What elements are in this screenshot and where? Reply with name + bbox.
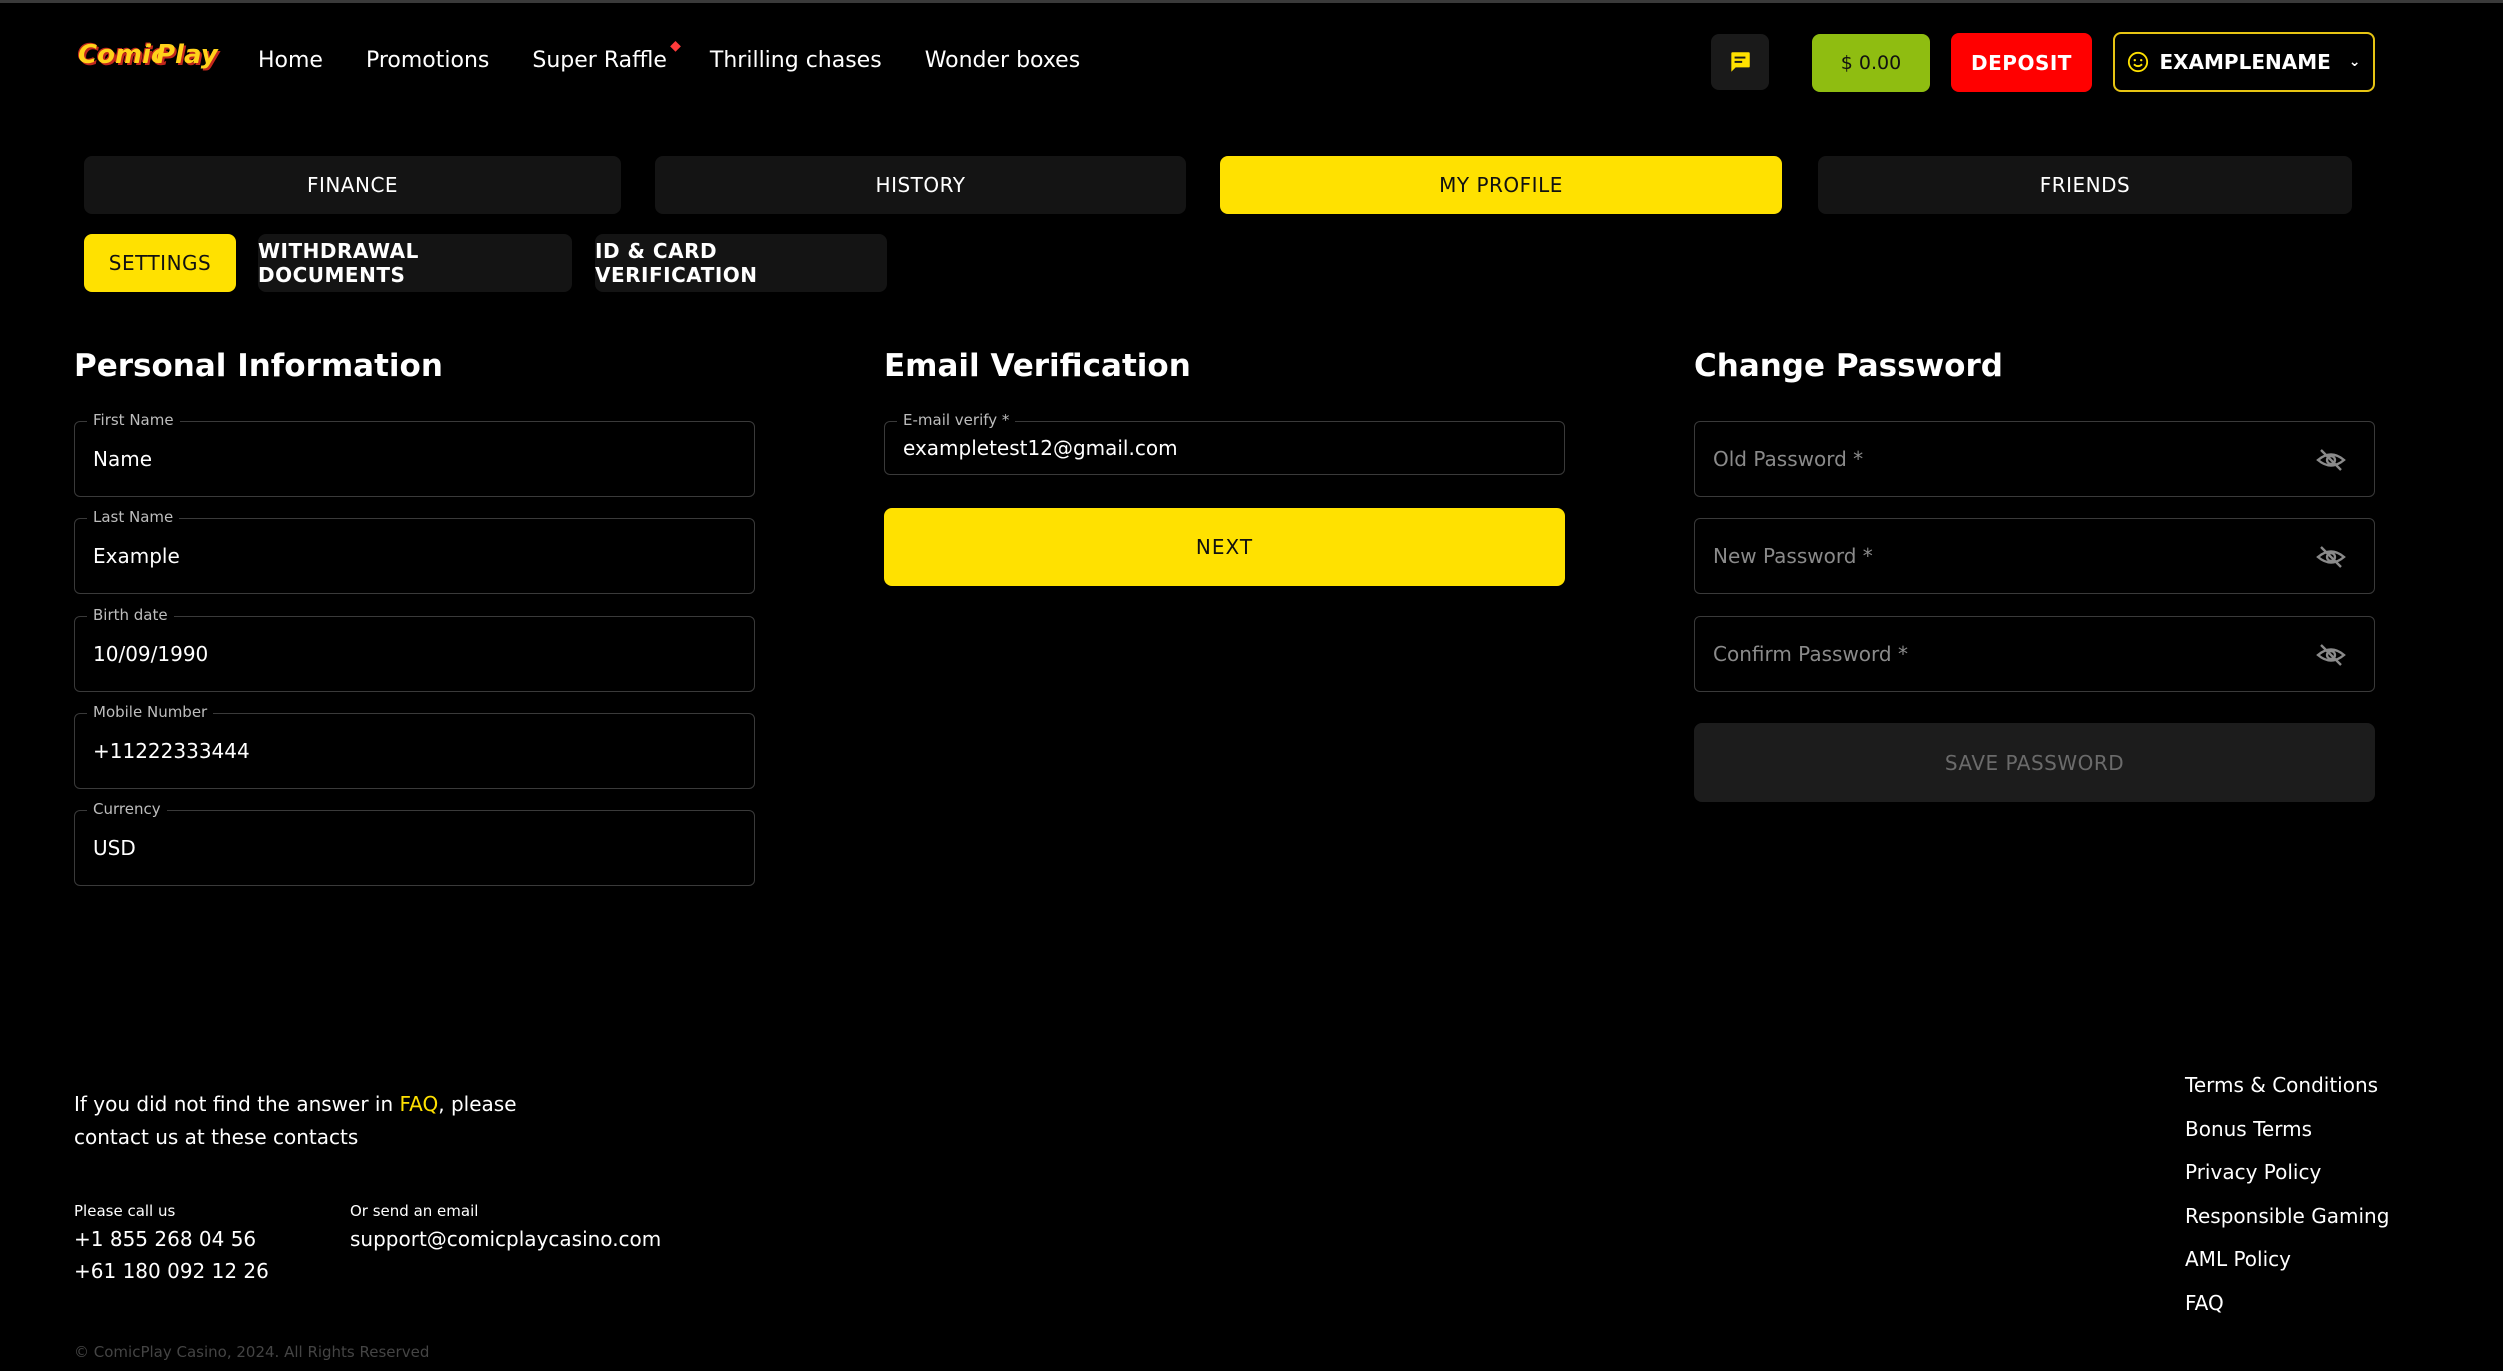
header: Comic Play Home Promotions Super Raffle ◆… xyxy=(0,0,2503,125)
logo-word-play: Play xyxy=(156,40,218,70)
deposit-button[interactable]: DEPOSIT xyxy=(1951,33,2092,92)
footer-link-responsible-gaming[interactable]: Responsible Gaming xyxy=(2185,1201,2389,1245)
new-password-placeholder: New Password * xyxy=(1713,544,1873,568)
smile-icon xyxy=(2128,51,2149,73)
tab-friends[interactable]: FRIENDS xyxy=(1818,156,2352,214)
help-text-prefix: If you did not find the answer in xyxy=(74,1092,400,1116)
last-name-value: Example xyxy=(93,544,180,568)
currency-value: USD xyxy=(93,836,136,860)
chat-button[interactable] xyxy=(1711,34,1769,90)
first-name-value: Name xyxy=(93,447,153,471)
tab-history[interactable]: HISTORY xyxy=(655,156,1186,214)
confirm-password-field[interactable]: Confirm Password * xyxy=(1694,616,2375,692)
eye-off-icon[interactable] xyxy=(2316,545,2346,569)
change-password-title: Change Password xyxy=(1694,348,2003,384)
next-button[interactable]: NEXT xyxy=(884,508,1565,586)
save-password-button[interactable]: SAVE PASSWORD xyxy=(1694,723,2375,802)
email-verify-field[interactable]: E-mail verify * exampletest12@gmail.com xyxy=(884,411,1565,475)
phone-1[interactable]: +1 855 268 04 56 xyxy=(74,1227,256,1251)
main-nav: Home Promotions Super Raffle ◆ Thrilling … xyxy=(258,38,1123,73)
subtab-withdrawal-documents[interactable]: WITHDRAWAL DOCUMENTS xyxy=(258,234,572,292)
help-text: If you did not find the answer in FAQ, p… xyxy=(74,1088,534,1154)
tab-finance[interactable]: FINANCE xyxy=(84,156,621,214)
mobile-number-value: +11222333444 xyxy=(93,739,250,763)
birth-date-field[interactable]: Birth date 10/09/1990 xyxy=(74,606,755,692)
call-label: Please call us xyxy=(74,1202,176,1220)
old-password-field[interactable]: Old Password * xyxy=(1694,421,2375,497)
confirm-password-placeholder: Confirm Password * xyxy=(1713,642,1908,666)
nav-wonder-boxes[interactable]: Wonder boxes xyxy=(925,48,1081,73)
email-verification-title: Email Verification xyxy=(884,348,1191,384)
footer-links: Terms & Conditions Bonus Terms Privacy P… xyxy=(2185,1070,2389,1331)
nav-promotions[interactable]: Promotions xyxy=(366,48,489,73)
copyright: © ComicPlay Casino, 2024. All Rights Res… xyxy=(74,1343,430,1361)
username: EXAMPLENAME xyxy=(2159,50,2331,74)
chat-icon xyxy=(1731,52,1750,72)
balance-button[interactable]: $ 0.00 xyxy=(1812,34,1930,92)
subtab-settings[interactable]: SETTINGS xyxy=(84,234,236,292)
birth-date-value: 10/09/1990 xyxy=(93,642,209,666)
chevron-down-icon: ⌄ xyxy=(2348,54,2361,70)
eye-off-icon[interactable] xyxy=(2316,643,2346,667)
footer-link-aml-policy[interactable]: AML Policy xyxy=(2185,1244,2389,1288)
new-password-field[interactable]: New Password * xyxy=(1694,518,2375,594)
personal-information-title: Personal Information xyxy=(74,348,443,384)
footer-link-bonus-terms[interactable]: Bonus Terms xyxy=(2185,1114,2389,1158)
footer-link-privacy-policy[interactable]: Privacy Policy xyxy=(2185,1157,2389,1201)
footer-link-faq[interactable]: FAQ xyxy=(2185,1288,2389,1332)
nav-super-raffle[interactable]: Super Raffle ◆ xyxy=(532,38,681,73)
support-email[interactable]: support@comicplaycasino.com xyxy=(350,1227,661,1251)
help-faq-link[interactable]: FAQ xyxy=(400,1092,439,1116)
old-password-placeholder: Old Password * xyxy=(1713,447,1864,471)
first-name-field[interactable]: First Name Name xyxy=(74,411,755,497)
footer-link-terms[interactable]: Terms & Conditions xyxy=(2185,1070,2389,1114)
mobile-number-field[interactable]: Mobile Number +11222333444 xyxy=(74,703,755,789)
tab-my-profile[interactable]: MY PROFILE xyxy=(1220,156,1782,214)
eye-off-icon[interactable] xyxy=(2316,448,2346,472)
nav-home[interactable]: Home xyxy=(258,48,323,73)
user-menu-button[interactable]: EXAMPLENAME ⌄ xyxy=(2113,32,2375,92)
email-label: Or send an email xyxy=(350,1202,479,1220)
diamond-icon: ◆ xyxy=(670,38,681,54)
last-name-field[interactable]: Last Name Example xyxy=(74,508,755,594)
logo[interactable]: Comic Play xyxy=(74,30,218,88)
email-verify-value: exampletest12@gmail.com xyxy=(903,436,1178,460)
currency-field[interactable]: Currency USD xyxy=(74,800,755,886)
phone-2[interactable]: +61 180 092 12 26 xyxy=(74,1259,269,1283)
nav-super-raffle-label: Super Raffle xyxy=(532,48,667,73)
subtab-id-card-verification[interactable]: ID & CARD VERIFICATION xyxy=(595,234,887,292)
nav-thrilling-chases[interactable]: Thrilling chases xyxy=(710,48,882,73)
logo-word-comic: Comic xyxy=(78,40,167,70)
